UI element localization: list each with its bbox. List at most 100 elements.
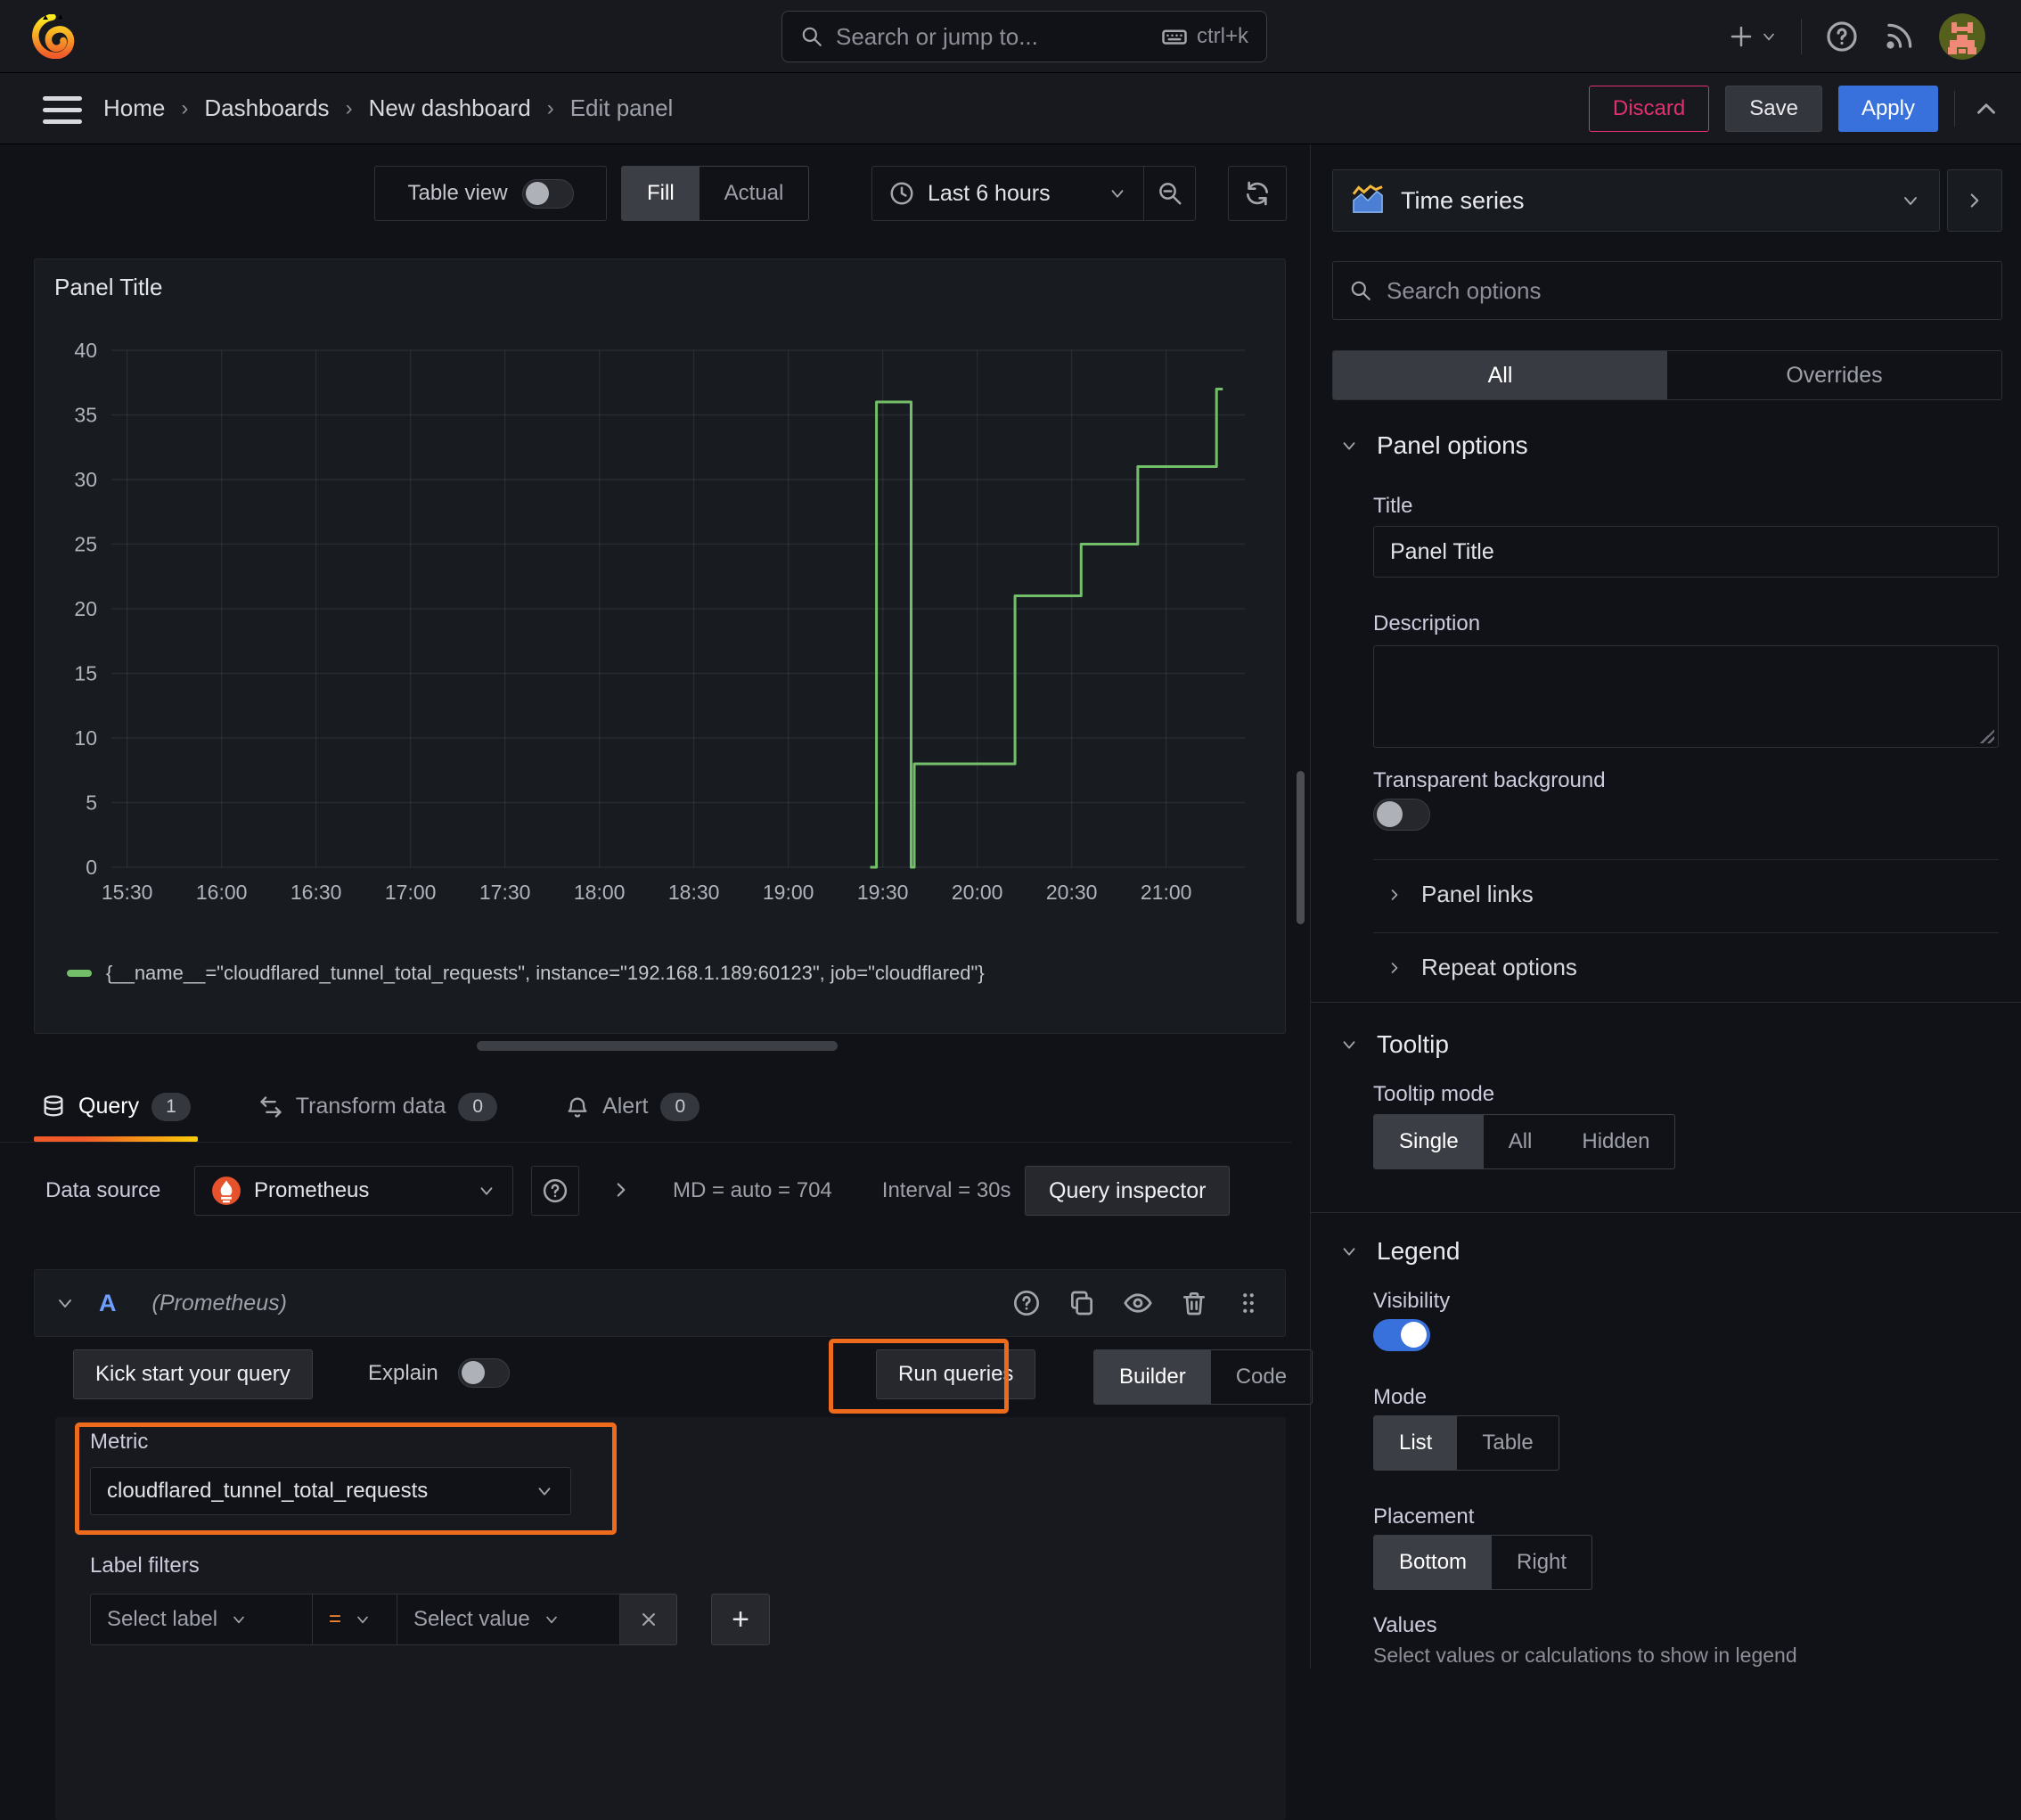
tab-transform-count: 0 [458, 1092, 498, 1121]
resize-corner-icon[interactable] [1980, 729, 1994, 743]
tooltip-single-option[interactable]: Single [1374, 1115, 1484, 1168]
tab-alert[interactable]: Alert 0 [558, 1071, 707, 1142]
svg-text:10: 10 [74, 726, 97, 750]
options-expand-icon[interactable] [610, 1178, 633, 1201]
breadcrumb-new-dashboard[interactable]: New dashboard [369, 94, 531, 122]
legend-values-label: Values [1373, 1613, 1437, 1637]
drag-handle-icon[interactable] [1235, 1290, 1262, 1316]
save-button[interactable]: Save [1725, 85, 1822, 132]
tab-overrides[interactable]: Overrides [1667, 351, 2001, 399]
duplicate-query-icon[interactable] [1068, 1289, 1096, 1317]
vertical-scrollbar[interactable] [1297, 771, 1305, 924]
chart-legend[interactable]: {__name__="cloudflared_tunnel_total_requ… [67, 962, 985, 985]
tooltip-section-header[interactable]: Tooltip [1339, 1030, 1449, 1059]
svg-text:20: 20 [74, 597, 97, 620]
breadcrumb-dashboards[interactable]: Dashboards [204, 94, 329, 122]
delete-query-icon[interactable] [1180, 1289, 1208, 1317]
panel-options-section-header[interactable]: Panel options [1339, 431, 1528, 460]
breadcrumb-separator: › [181, 95, 189, 120]
refresh-button[interactable] [1228, 166, 1287, 221]
actual-option[interactable]: Actual [700, 167, 809, 220]
query-help-icon[interactable] [1012, 1289, 1041, 1317]
visualization-panel[interactable]: Panel Title 0 5 10 15 20 25 30 35 40 15:30 16:00 16… [34, 258, 1286, 1034]
svg-text:19:30: 19:30 [857, 881, 909, 904]
metric-value: cloudflared_tunnel_total_requests [107, 1479, 429, 1503]
title-label: Title [1373, 494, 1413, 518]
title-input-value: Panel Title [1390, 538, 1494, 564]
tab-transform[interactable]: Transform data 0 [251, 1071, 504, 1142]
user-avatar[interactable] [1939, 13, 1985, 60]
kick-start-query-button[interactable]: Kick start your query [73, 1349, 313, 1399]
apply-button[interactable]: Apply [1837, 85, 1938, 132]
search-icon [802, 27, 822, 46]
legend-placement-right[interactable]: Right [1492, 1536, 1591, 1589]
remove-filter-button[interactable] [620, 1594, 677, 1645]
add-filter-button[interactable]: + [711, 1594, 770, 1645]
chevron-down-icon [1904, 197, 1917, 205]
legend-section-header[interactable]: Legend [1339, 1237, 1460, 1266]
collapse-query-icon[interactable] [54, 1292, 76, 1314]
explain-toggle[interactable] [457, 1358, 510, 1388]
tooltip-hidden-option[interactable]: Hidden [1557, 1115, 1674, 1168]
time-range-button[interactable]: Last 6 hours [872, 180, 1143, 207]
operator-value: = [329, 1607, 342, 1631]
code-option[interactable]: Code [1211, 1350, 1312, 1404]
tooltip-all-option[interactable]: All [1484, 1115, 1558, 1168]
table-view-label: Table view [407, 181, 508, 205]
search-icon [1351, 281, 1371, 300]
query-row-header[interactable]: A (Prometheus) [34, 1269, 1286, 1337]
zoom-out-icon [1158, 183, 1181, 205]
visualization-picker[interactable]: Time series [1332, 169, 1940, 232]
fill-option[interactable]: Fill [622, 167, 700, 220]
legend-visibility-toggle[interactable] [1373, 1319, 1430, 1351]
select-value-dropdown[interactable]: Select value [397, 1594, 620, 1645]
panel-links-section[interactable]: Panel links [1386, 881, 1534, 908]
news-rss-icon[interactable] [1882, 20, 1916, 53]
datasource-help-button[interactable] [531, 1166, 579, 1216]
panel-resize-handle[interactable] [477, 1041, 838, 1051]
grafana-logo-icon[interactable] [30, 14, 75, 59]
time-series-icon [1352, 184, 1383, 213]
tab-all[interactable]: All [1333, 351, 1667, 399]
svg-text:20:30: 20:30 [1046, 881, 1098, 904]
query-inspector-button[interactable]: Query inspector [1025, 1166, 1231, 1216]
panel-options-heading: Panel options [1377, 431, 1528, 459]
description-textarea[interactable] [1373, 645, 1999, 748]
search-shortcut: ctrl+k [1196, 24, 1248, 48]
title-input[interactable]: Panel Title [1373, 526, 1999, 578]
repeat-options-section[interactable]: Repeat options [1386, 954, 1577, 981]
options-search-input[interactable]: Search options [1332, 261, 2002, 320]
run-queries-button[interactable]: Run queries [876, 1349, 1036, 1399]
select-label-dropdown[interactable]: Select label [90, 1594, 313, 1645]
new-menu-button[interactable] [1728, 23, 1778, 50]
help-icon[interactable] [1825, 20, 1859, 53]
menu-toggle-icon[interactable] [43, 96, 82, 131]
breadcrumb-home[interactable]: Home [103, 94, 165, 122]
svg-text:17:00: 17:00 [385, 881, 437, 904]
collapse-up-icon[interactable] [1971, 94, 2001, 124]
keyboard-icon [1162, 29, 1187, 45]
metric-select[interactable]: cloudflared_tunnel_total_requests [90, 1467, 571, 1515]
legend-mode-list[interactable]: List [1374, 1416, 1458, 1470]
time-series-chart[interactable]: 0 5 10 15 20 25 30 35 40 15:30 16:00 16:30 17:00 17:3… [44, 313, 1273, 937]
prometheus-icon [212, 1176, 241, 1205]
legend-placement-label: Placement [1373, 1504, 1475, 1529]
legend-mode-table[interactable]: Table [1457, 1416, 1558, 1470]
explain-label: Explain [368, 1360, 438, 1385]
datasource-row: Data source Prometheus MD = auto = 704 I… [0, 1166, 1292, 1217]
datasource-select[interactable]: Prometheus [194, 1166, 513, 1216]
legend-placement-bottom[interactable]: Bottom [1374, 1536, 1493, 1589]
collapse-options-button[interactable] [1947, 169, 2002, 232]
discard-button[interactable]: Discard [1588, 85, 1710, 132]
table-view-toggle[interactable] [521, 178, 574, 209]
operator-dropdown[interactable]: = [313, 1594, 397, 1645]
global-search-input[interactable]: Search or jump to... ctrl+k [781, 11, 1267, 62]
transparent-bg-toggle[interactable] [1373, 799, 1430, 831]
tab-query[interactable]: Query 1 [34, 1071, 198, 1142]
zoom-out-button[interactable] [1143, 167, 1195, 220]
chevron-down-icon [538, 1488, 551, 1496]
hide-query-icon[interactable] [1123, 1288, 1153, 1318]
builder-option[interactable]: Builder [1094, 1350, 1211, 1404]
query-ref-id: A [99, 1289, 117, 1316]
breadcrumb: Home › Dashboards › New dashboard › Edit… [103, 94, 673, 122]
